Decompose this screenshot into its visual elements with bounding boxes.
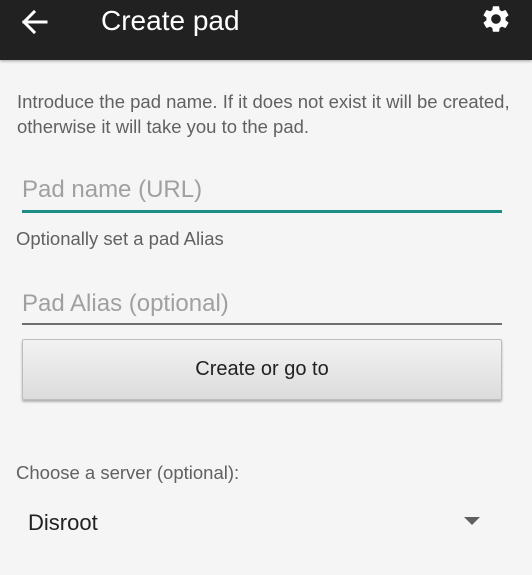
settings-button[interactable] (474, 0, 518, 42)
dropdown-arrow-icon (464, 517, 480, 525)
app-bar: Create pad (0, 0, 532, 60)
server-selected-value: Disroot (28, 510, 98, 535)
page-title: Create pad (101, 5, 240, 36)
gear-icon (480, 3, 512, 40)
pad-alias-input[interactable] (22, 284, 502, 324)
pad-alias-underline (22, 323, 502, 325)
arrow-left-icon (20, 8, 48, 41)
create-or-go-button[interactable]: Create or go to (22, 339, 502, 400)
alias-hint: Optionally set a pad Alias (16, 228, 224, 249)
server-label: Choose a server (optional): (16, 462, 240, 483)
server-select[interactable]: Disroot (16, 498, 496, 548)
pad-name-input[interactable] (22, 170, 502, 210)
back-button[interactable] (14, 4, 54, 44)
intro-text: Introduce the pad name. If it does not e… (17, 91, 510, 137)
pad-name-underline (22, 210, 502, 213)
